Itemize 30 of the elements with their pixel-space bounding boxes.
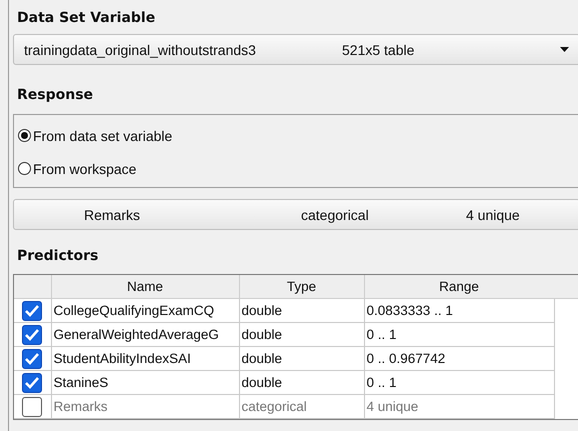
section-heading: Data Set Variable xyxy=(17,10,156,26)
table-cell: double xyxy=(239,346,364,370)
table-cell: StanineS xyxy=(51,370,239,394)
table-cell: 0 .. 0.967742 xyxy=(364,346,554,370)
radio-option[interactable]: From data set variable xyxy=(18,119,172,152)
table-cell: categorical xyxy=(239,394,364,418)
table-cell: 4 unique xyxy=(364,394,554,418)
table-cell: StudentAbilityIndexSAI xyxy=(51,346,239,370)
response-dropdown[interactable]: Remarks categorical 4 unique xyxy=(13,199,578,230)
table-cell: 0.0833333 .. 1 xyxy=(364,298,554,322)
table-cell: Remarks xyxy=(51,394,239,418)
section-heading: Predictors xyxy=(17,248,98,264)
checkbox[interactable] xyxy=(22,324,42,344)
checkbox[interactable] xyxy=(22,300,42,320)
table-cell: CollegeQualifyingExamCQ xyxy=(51,298,239,322)
section-heading: Response xyxy=(17,87,94,103)
checkbox[interactable] xyxy=(22,348,42,368)
table-cell: double xyxy=(239,322,364,346)
table-cell: GeneralWeightedAverageG xyxy=(51,322,239,346)
column-header[interactable]: Name xyxy=(51,275,239,298)
column-header[interactable]: Range xyxy=(364,275,554,298)
column-header[interactable]: Type xyxy=(239,275,364,298)
table-cell: 0 .. 1 xyxy=(364,322,554,346)
table-cell: 0 .. 1 xyxy=(364,370,554,394)
table-cell: double xyxy=(239,298,364,322)
checkbox[interactable] xyxy=(22,372,42,392)
radio-option[interactable]: From workspace xyxy=(18,152,136,185)
variable-dropdown[interactable]: trainingdata_original_withoutstrands3 521x5 table xyxy=(13,34,578,65)
caret-icon xyxy=(560,47,569,52)
table-cell: double xyxy=(239,370,364,394)
